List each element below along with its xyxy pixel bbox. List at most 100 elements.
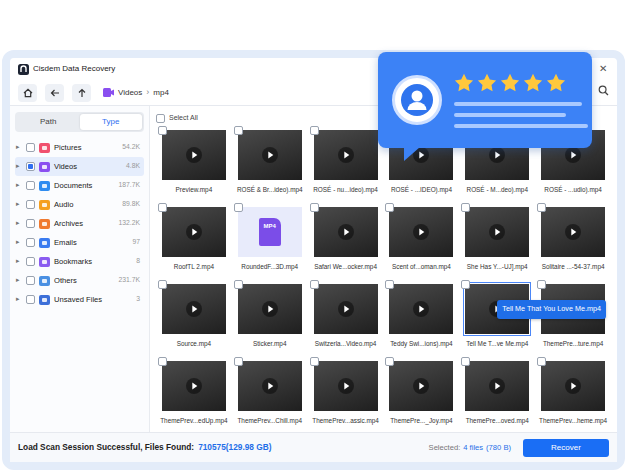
breadcrumb-item[interactable]: mp4 <box>153 87 169 99</box>
file-tile[interactable]: Source.mp4 <box>156 280 232 353</box>
play-icon[interactable] <box>489 378 505 394</box>
file-tile[interactable]: Switzerla...Video.mp4 <box>308 280 384 353</box>
home-button[interactable] <box>18 84 37 102</box>
file-thumbnail[interactable] <box>162 361 226 411</box>
expand-toggle[interactable]: ▸ <box>16 294 22 305</box>
sidebar-item[interactable]: ▸Emails97 <box>15 233 144 252</box>
play-icon[interactable] <box>262 378 278 394</box>
file-tile[interactable]: Teddy Swi...ions).mp4 <box>384 280 460 353</box>
file-checkbox[interactable] <box>158 203 167 212</box>
file-checkbox[interactable] <box>310 126 319 135</box>
category-checkbox[interactable] <box>26 200 35 209</box>
recover-button[interactable]: Recover <box>523 439 609 457</box>
file-thumbnail[interactable] <box>162 130 226 180</box>
sidebar-item[interactable]: ▸Audio89.8K <box>15 195 144 214</box>
category-checkbox[interactable] <box>26 295 35 304</box>
play-icon[interactable] <box>565 224 581 240</box>
file-thumbnail[interactable]: MP4 <box>238 207 302 257</box>
category-checkbox[interactable] <box>26 238 35 247</box>
file-checkbox[interactable] <box>234 280 243 289</box>
file-checkbox[interactable] <box>158 280 167 289</box>
file-tile[interactable]: ThemePre...oved.mp4 <box>459 357 535 430</box>
file-tile[interactable]: Safari We...ocker.mp4 <box>308 203 384 276</box>
sidebar-item[interactable]: ▸Archives132.2K <box>15 214 144 233</box>
file-checkbox[interactable] <box>310 203 319 212</box>
file-thumbnail[interactable] <box>238 284 302 334</box>
sidebar-item[interactable]: ▸Others231.7K <box>15 271 144 290</box>
file-thumbnail[interactable] <box>541 207 605 257</box>
play-icon[interactable] <box>413 301 429 317</box>
file-tile[interactable]: Preview.mp4 <box>156 126 232 199</box>
expand-toggle[interactable]: ▸ <box>16 199 22 210</box>
expand-toggle[interactable]: ▸ <box>16 275 22 286</box>
file-tile[interactable]: She Has Y...-UJ].mp4 <box>459 203 535 276</box>
file-checkbox[interactable] <box>385 203 394 212</box>
file-checkbox[interactable] <box>234 357 243 366</box>
category-checkbox[interactable] <box>26 181 35 190</box>
file-checkbox[interactable] <box>158 357 167 366</box>
file-tile[interactable]: Sticker.mp4 <box>232 280 308 353</box>
expand-toggle[interactable]: ▸ <box>16 180 22 191</box>
search-button[interactable] <box>598 85 609 100</box>
play-icon[interactable] <box>489 224 505 240</box>
file-tile[interactable]: MP4RoundedF...3D.mp4 <box>232 203 308 276</box>
file-tile[interactable]: Solitaire ...-54-37.mp4 <box>535 203 611 276</box>
file-checkbox[interactable] <box>310 280 319 289</box>
file-thumbnail[interactable] <box>238 361 302 411</box>
file-thumbnail[interactable] <box>162 284 226 334</box>
sidebar-item[interactable]: ▸Unsaved Files3 <box>15 290 144 309</box>
expand-toggle[interactable]: ▸ <box>16 218 22 229</box>
file-checkbox[interactable] <box>234 203 243 212</box>
file-thumbnail[interactable] <box>389 361 453 411</box>
file-tile[interactable]: ThemePre..._Joy.mp4 <box>384 357 460 430</box>
file-checkbox[interactable] <box>461 203 470 212</box>
file-checkbox[interactable] <box>537 357 546 366</box>
play-icon[interactable] <box>413 378 429 394</box>
file-thumbnail[interactable] <box>465 207 529 257</box>
file-tile[interactable]: ThemePrev...assic.mp4 <box>308 357 384 430</box>
category-checkbox[interactable] <box>26 219 35 228</box>
file-tile[interactable]: ROSÉ - nu...ideo).mp4 <box>308 126 384 199</box>
play-icon[interactable] <box>262 301 278 317</box>
view-tab[interactable]: Path <box>17 114 80 130</box>
close-button[interactable]: ✕ <box>597 63 609 75</box>
play-icon[interactable] <box>262 147 278 163</box>
file-tile[interactable]: ThemePrev...Chill.mp4 <box>232 357 308 430</box>
up-button[interactable] <box>72 84 91 102</box>
category-checkbox[interactable] <box>26 162 35 171</box>
sidebar-item[interactable]: ▸Documents187.7K <box>15 176 144 195</box>
file-checkbox[interactable] <box>537 280 546 289</box>
play-icon[interactable] <box>338 378 354 394</box>
category-checkbox[interactable] <box>26 143 35 152</box>
sidebar-item[interactable]: ▸Pictures54.2K <box>15 138 144 157</box>
file-thumbnail[interactable] <box>465 361 529 411</box>
file-thumbnail[interactable] <box>238 130 302 180</box>
file-thumbnail[interactable] <box>314 207 378 257</box>
play-icon[interactable] <box>186 378 202 394</box>
file-thumbnail[interactable] <box>314 284 378 334</box>
file-checkbox[interactable] <box>461 357 470 366</box>
file-thumbnail[interactable] <box>314 130 378 180</box>
play-icon[interactable] <box>413 224 429 240</box>
file-tile[interactable]: ROSÉ & Br...ideo).mp4 <box>232 126 308 199</box>
category-checkbox[interactable] <box>26 276 35 285</box>
file-checkbox[interactable] <box>385 357 394 366</box>
file-checkbox[interactable] <box>234 126 243 135</box>
play-icon[interactable] <box>565 147 581 163</box>
file-checkbox[interactable] <box>158 126 167 135</box>
category-checkbox[interactable] <box>26 257 35 266</box>
sidebar-item[interactable]: ▸Videos4.8K <box>15 157 144 176</box>
file-tile[interactable]: ThemePrev...edUp.mp4 <box>156 357 232 430</box>
file-thumbnail[interactable] <box>389 284 453 334</box>
expand-toggle[interactable]: ▸ <box>16 256 22 267</box>
file-checkbox[interactable] <box>461 280 470 289</box>
play-icon[interactable] <box>338 301 354 317</box>
file-thumbnail[interactable] <box>314 361 378 411</box>
play-icon[interactable] <box>489 147 505 163</box>
file-thumbnail[interactable] <box>541 361 605 411</box>
play-icon[interactable] <box>186 147 202 163</box>
play-icon[interactable] <box>186 301 202 317</box>
file-checkbox[interactable] <box>310 357 319 366</box>
file-checkbox[interactable] <box>385 280 394 289</box>
file-thumbnail[interactable] <box>162 207 226 257</box>
